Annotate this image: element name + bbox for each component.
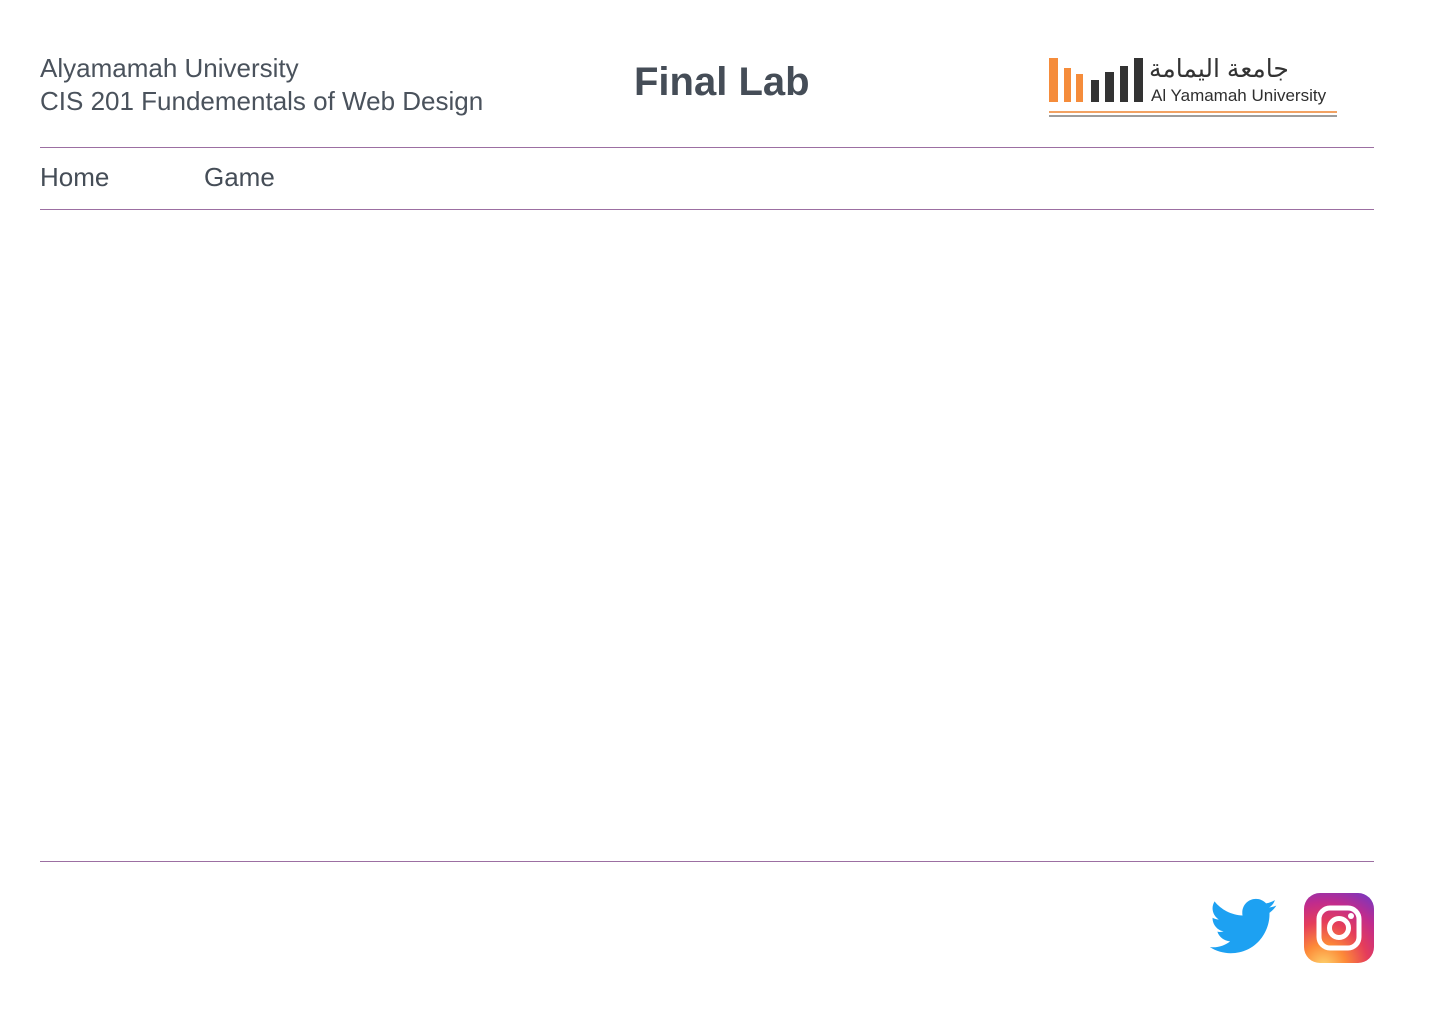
main-content [40, 210, 1374, 860]
logo-bars-icon [1049, 56, 1143, 102]
twitter-icon[interactable] [1209, 898, 1278, 958]
logo-bar [1134, 58, 1143, 102]
header-divider [40, 147, 1374, 148]
logo-english-text: Al Yamamah University [1151, 86, 1327, 105]
nav-item-home[interactable]: Home [40, 162, 109, 193]
footer-divider [40, 861, 1374, 862]
logo-underline-gray [1049, 115, 1337, 117]
logo-arabic-text: جامعة اليمامة [1149, 55, 1289, 83]
course-name: CIS 201 Fundementals of Web Design [40, 86, 484, 116]
logo-bar [1091, 80, 1099, 102]
instagram-icon[interactable] [1304, 893, 1374, 963]
logo-bar [1105, 72, 1114, 102]
logo-bar [1076, 74, 1083, 102]
university-name: Alyamamah University [40, 53, 299, 83]
nav-item-game[interactable]: Game [204, 162, 275, 193]
logo-underline-orange [1049, 111, 1337, 113]
course-info: Alyamamah University CIS 201 Fundemental… [40, 52, 483, 118]
logo-bar [1049, 58, 1058, 102]
page-title: Final Lab [634, 60, 810, 104]
page-header: Alyamamah University CIS 201 Fundemental… [40, 52, 1374, 124]
logo-bar [1120, 66, 1128, 102]
logo-bar [1064, 68, 1071, 102]
university-logo: جامعة اليمامة Al Yamamah University [1049, 55, 1339, 118]
